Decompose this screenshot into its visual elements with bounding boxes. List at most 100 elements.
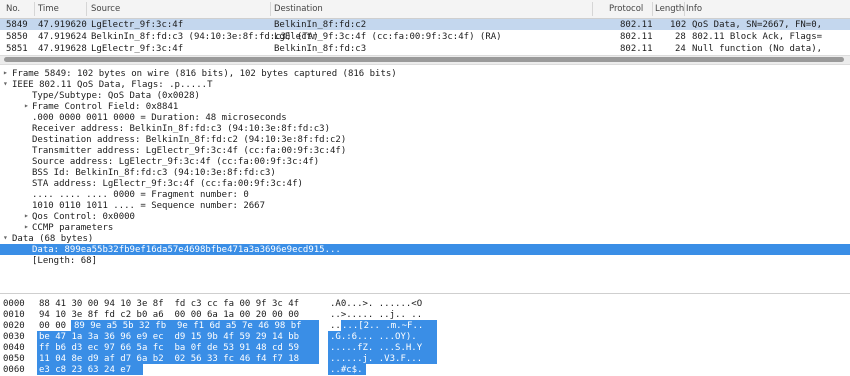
tree-node-qos-control[interactable]: ▸ Qos Control: 0x0000 (0, 211, 850, 222)
column-header-length[interactable]: Length (655, 4, 684, 14)
tree-leaf[interactable]: Source address: LgElectr_9f:3c:4f (cc:fa… (0, 156, 850, 167)
tree-leaf[interactable]: BSS Id: BelkinIn_8f:fd:c3 (94:10:3e:8f:f… (0, 167, 850, 178)
column-header-time[interactable]: Time (38, 4, 59, 14)
tree-label: .000 0000 0011 0000 = Duration: 48 micro… (32, 113, 287, 123)
scrollbar-thumb[interactable] (4, 57, 844, 62)
column-header-no[interactable]: No. (6, 4, 20, 14)
ascii-selection: ..#c$. (328, 364, 366, 375)
tree-label: Type/Subtype: QoS Data (0x0028) (32, 91, 200, 101)
tree-label: Transmitter address: LgElectr_9f:3c:4f (… (32, 146, 347, 156)
byte-hex: 94 10 3e 8f fd c2 b0 a6 00 00 6a 1a 00 2… (39, 310, 300, 320)
packet-protocol: 802.11 (620, 32, 653, 42)
tree-label: Frame 5849: 102 bytes on wire (816 bits)… (12, 69, 397, 79)
tree-label: IEEE 802.11 QoS Data, Flags: .p.....T (12, 80, 213, 90)
packet-row[interactable]: 5850 47.919624 BelkinIn_8f:fd:c3 (94:10:… (0, 31, 850, 42)
packet-destination: BelkinIn_8f:fd:c2 (274, 20, 367, 30)
packet-protocol: 802.11 (620, 44, 653, 54)
byte-offset: 0030 (3, 332, 25, 342)
tree-label: CCMP parameters (32, 223, 114, 233)
packet-details-pane: ▸ Frame 5849: 102 bytes on wire (816 bit… (0, 66, 850, 294)
packet-time: 47.919624 (38, 32, 87, 42)
packet-list-header: No. Time Source Destination Protocol Len… (0, 0, 850, 19)
packet-length: 102 (670, 20, 687, 30)
byte-offset: 0040 (3, 343, 25, 353)
tree-leaf[interactable]: Receiver address: BelkinIn_8f:fd:c3 (94:… (0, 123, 850, 134)
byte-offset: 0000 (3, 299, 25, 309)
packet-no: 5849 (6, 20, 28, 30)
byte-ascii: .. (330, 321, 341, 331)
packet-time: 47.919620 (38, 20, 87, 30)
packet-info: QoS Data, SN=2667, FN=0, (692, 20, 823, 30)
ascii-selection: .G.:6... ...OY). (328, 331, 437, 342)
byte-hex-selected: 89 9e a5 5b 32 fb 9e f1 6d a5 7e 46 98 b… (74, 321, 302, 331)
tree-node-data[interactable]: ▾ Data (68 bytes) (0, 233, 850, 244)
column-header-source[interactable]: Source (91, 4, 120, 14)
tree-node-frame-control[interactable]: ▸ Frame Control Field: 0x8841 (0, 101, 850, 112)
column-header-protocol[interactable]: Protocol (609, 4, 643, 14)
byte-selection: e3 c8 23 63 24 e7 (37, 364, 143, 375)
packet-source: LgElectr_9f:3c:4f (91, 44, 184, 54)
collapse-arrow-icon[interactable]: ▾ (3, 233, 8, 242)
byte-ascii: ..>..... ..j.. .. (330, 310, 423, 320)
tree-leaf[interactable]: [Length: 68] (0, 255, 850, 266)
byte-selection: ff b6 d3 ec 97 66 5a fc ba 0f de 53 91 4… (37, 342, 319, 353)
expand-arrow-icon[interactable]: ▸ (24, 101, 29, 110)
tree-node-frame[interactable]: ▸ Frame 5849: 102 bytes on wire (816 bit… (0, 68, 850, 79)
tree-label: Receiver address: BelkinIn_8f:fd:c3 (94:… (32, 124, 331, 134)
byte-ascii-selected: ...[2.. .m.~F.. (342, 321, 424, 331)
tree-leaf-selected[interactable]: Data: 899ea55b32fb9ef16da57e4698bfbe471a… (0, 244, 850, 255)
tree-leaf[interactable]: .... .... .... 0000 = Fragment number: 0 (0, 189, 850, 200)
packet-length: 28 (675, 32, 686, 42)
byte-offset: 0050 (3, 354, 25, 364)
byte-ascii-selected: .G.:6... ...OY). (330, 332, 417, 342)
packet-info: Null function (No data), (692, 44, 823, 54)
byte-offset: 0060 (3, 365, 25, 375)
expand-arrow-icon[interactable]: ▸ (24, 211, 29, 220)
packet-no: 5851 (6, 44, 28, 54)
byte-hex-selected: 11 04 8e d9 af d7 6a b2 02 56 33 fc 46 f… (39, 354, 300, 364)
byte-selection: 89 9e a5 5b 32 fb 9e f1 6d a5 7e 46 98 b… (71, 320, 319, 331)
packet-info: 802.11 Block Ack, Flags= (692, 32, 823, 42)
byte-offset: 0010 (3, 310, 25, 320)
packet-no: 5850 (6, 32, 28, 42)
tree-leaf[interactable]: Transmitter address: LgElectr_9f:3c:4f (… (0, 145, 850, 156)
byte-hex: 88 41 30 00 94 10 3e 8f fd c3 cc fa 00 9… (39, 299, 300, 309)
byte-hex-selected: e3 c8 23 63 24 e7 (39, 365, 132, 375)
tree-node-ccmp[interactable]: ▸ CCMP parameters (0, 222, 850, 233)
tree-leaf[interactable]: 1010 0110 1011 .... = Sequence number: 2… (0, 200, 850, 211)
packet-destination: BelkinIn_8f:fd:c3 (274, 44, 367, 54)
tree-label: .... .... .... 0000 = Fragment number: 0 (32, 190, 249, 200)
byte-selection: be 47 1a 3a 36 96 e9 ec d9 15 9b 4f 59 2… (37, 331, 319, 342)
column-header-info[interactable]: Info (686, 4, 702, 14)
horizontal-scrollbar[interactable] (0, 55, 850, 65)
expand-arrow-icon[interactable]: ▸ (3, 68, 8, 77)
packet-bytes-pane: 0000 88 41 30 00 94 10 3e 8f fd c3 cc fa… (0, 296, 850, 376)
column-header-destination[interactable]: Destination (274, 4, 323, 14)
tree-label: 1010 0110 1011 .... = Sequence number: 2… (32, 201, 265, 211)
packet-protocol: 802.11 (620, 20, 653, 30)
byte-offset: 0020 (3, 321, 25, 331)
byte-ascii: .A0...>. ......<O (330, 299, 423, 309)
tree-leaf[interactable]: Destination address: BelkinIn_8f:fd:c2 (… (0, 134, 850, 145)
tree-node-ieee80211[interactable]: ▾ IEEE 802.11 QoS Data, Flags: .p.....T (0, 79, 850, 90)
tree-leaf[interactable]: .000 0000 0011 0000 = Duration: 48 micro… (0, 112, 850, 123)
byte-ascii-selected: ..#c$. (330, 365, 363, 375)
byte-selection: 11 04 8e d9 af d7 6a b2 02 56 33 fc 46 f… (37, 353, 319, 364)
packet-destination: LgElectr_9f:3c:4f (cc:fa:00:9f:3c:4f) (R… (274, 32, 502, 42)
ascii-selection: .....fZ. ...S.H.Y (328, 342, 437, 353)
tree-label: Frame Control Field: 0x8841 (32, 102, 179, 112)
tree-leaf[interactable]: STA address: LgElectr_9f:3c:4f (cc:fa:00… (0, 178, 850, 189)
expand-arrow-icon[interactable]: ▸ (24, 222, 29, 231)
packet-source: LgElectr_9f:3c:4f (91, 20, 184, 30)
tree-label: Data: 899ea55b32fb9ef16da57e4698bfbe471a… (32, 245, 341, 255)
collapse-arrow-icon[interactable]: ▾ (3, 79, 8, 88)
tree-leaf[interactable]: Type/Subtype: QoS Data (0x0028) (0, 90, 850, 101)
tree-label: Destination address: BelkinIn_8f:fd:c2 (… (32, 135, 347, 145)
byte-hex-selected: ff b6 d3 ec 97 66 5a fc ba 0f de 53 91 4… (39, 343, 300, 353)
byte-hex-selected: be 47 1a 3a 36 96 e9 ec d9 15 9b 4f 59 2… (39, 332, 300, 342)
packet-length: 24 (675, 44, 686, 54)
tree-label: Data (68 bytes) (12, 234, 94, 244)
tree-label: [Length: 68] (32, 256, 98, 266)
packet-row[interactable]: 5849 47.919620 LgElectr_9f:3c:4f BelkinI… (0, 19, 850, 30)
packet-row[interactable]: 5851 47.919628 LgElectr_9f:3c:4f BelkinI… (0, 43, 850, 54)
